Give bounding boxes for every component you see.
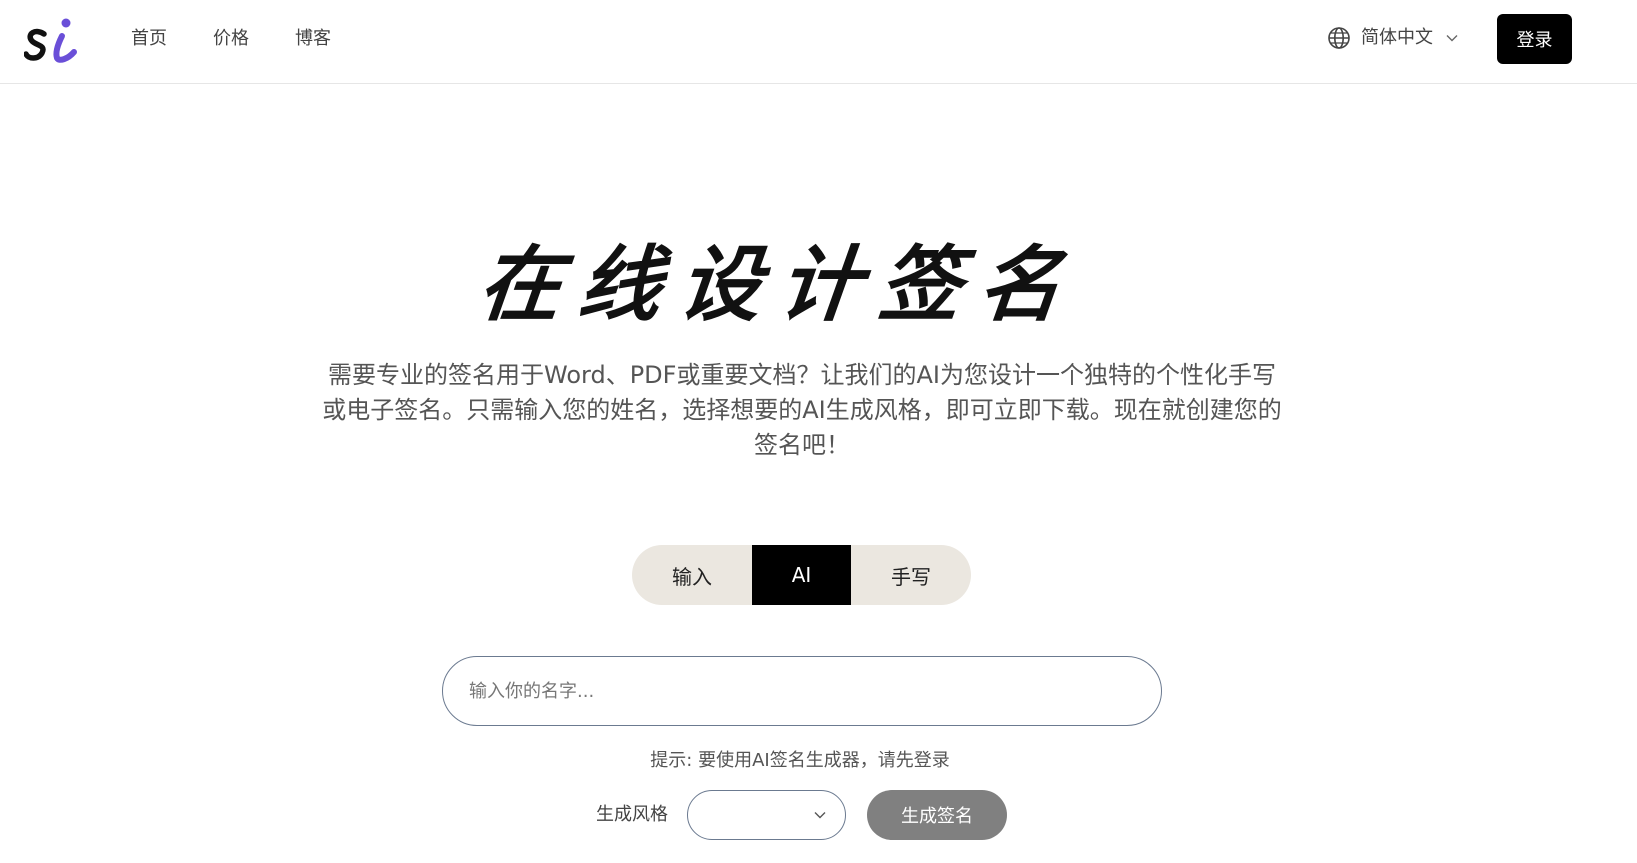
logo-icon xyxy=(23,18,77,63)
login-button[interactable]: 登录 xyxy=(1497,14,1572,64)
tab-ai[interactable]: AI xyxy=(752,545,851,605)
nav-home[interactable]: 首页 xyxy=(131,27,167,51)
main-nav: 首页 价格 博客 xyxy=(131,27,377,51)
globe-icon xyxy=(1328,27,1350,49)
language-selector[interactable]: 简体中文 xyxy=(1327,26,1459,50)
login-hint: 提示: 要使用AI签名生成器，请先登录 xyxy=(650,750,950,771)
hero-title-text: 在线设计签名 xyxy=(474,236,1085,333)
name-input[interactable] xyxy=(442,656,1162,726)
generate-signature-button[interactable]: 生成签名 xyxy=(867,790,1007,840)
chevron-down-icon xyxy=(814,812,826,819)
style-label: 生成风格 xyxy=(596,804,668,825)
nav-pricing[interactable]: 价格 xyxy=(213,27,249,51)
chevron-down-icon xyxy=(1446,35,1458,42)
hero-title: 在线设计签名 xyxy=(474,222,1084,333)
nav-blog[interactable]: 博客 xyxy=(295,27,331,51)
hero-description: 需要专业的签名用于Word、PDF或重要文档？让我们的AI为您设计一个独特的个性… xyxy=(322,361,1282,459)
logo[interactable] xyxy=(23,14,80,64)
top-header: 首页 价格 博客 简体中文 登录 xyxy=(0,0,1637,84)
tab-input[interactable]: 输入 xyxy=(632,545,752,605)
language-label: 简体中文 xyxy=(1361,27,1433,48)
tab-handwrite[interactable]: 手写 xyxy=(851,545,971,605)
style-select[interactable] xyxy=(687,790,846,840)
mode-tabs: 输入 AI 手写 xyxy=(632,545,971,605)
